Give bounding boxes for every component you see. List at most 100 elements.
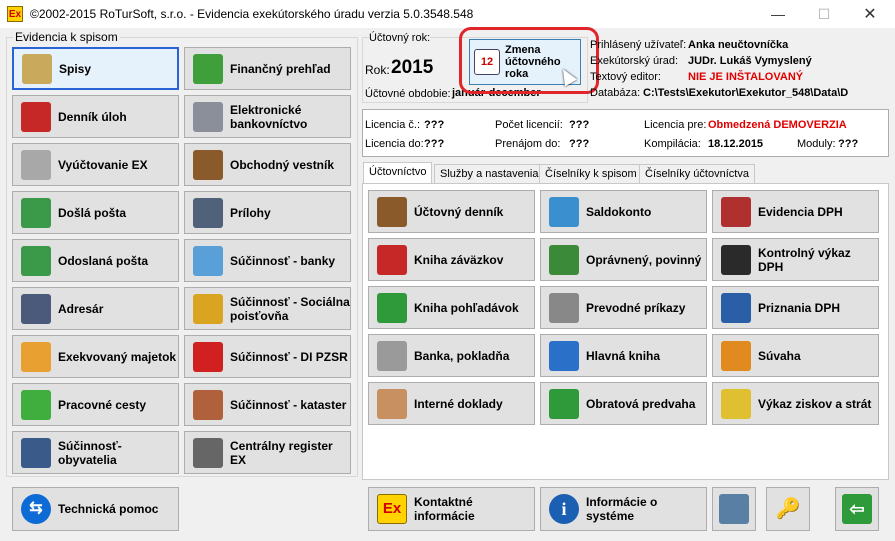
case-button-2[interactable]: Denník úloh — [12, 95, 179, 138]
contact-info-button[interactable]: Ex Kontaktné informácie — [368, 487, 535, 531]
accounting-button-8[interactable]: Priznania DPH — [712, 286, 879, 329]
info-icon: i — [549, 494, 579, 524]
case-button-9[interactable]: Súčinnosť - banky — [184, 239, 351, 282]
case-button-10[interactable]: Adresár — [12, 287, 179, 330]
accounting-label-14: Výkaz ziskov a strát — [758, 396, 872, 411]
case-button-7[interactable]: Prílohy — [184, 191, 351, 234]
accounting-button-2[interactable]: Evidencia DPH — [712, 190, 879, 233]
license-for-label: Licencia pre: — [644, 119, 707, 131]
money-stack-icon — [377, 340, 407, 371]
case-button-11[interactable]: Súčinnosť - Sociálna poisťovňa — [184, 287, 351, 330]
envelope-in-icon — [21, 197, 51, 228]
case-button-5[interactable]: Obchodný vestník — [184, 143, 351, 186]
tab-accounting[interactable]: Účtovníctvo — [363, 162, 433, 184]
tab-accounting-codebooks[interactable]: Číselníky účtovníctva — [639, 164, 755, 183]
spider-web-icon — [193, 437, 223, 468]
case-records-group-label: Evidencia k spisom — [13, 30, 120, 44]
license-panel: Licencia č.: ??? Počet licencií: ??? Lic… — [362, 109, 889, 157]
address-book-icon — [21, 293, 51, 324]
accounting-button-14[interactable]: Výkaz ziskov a strát — [712, 382, 879, 425]
chart-window-icon — [549, 196, 579, 227]
case-button-15[interactable]: Súčinnosť - kataster — [184, 383, 351, 426]
case-label-9: Súčinnosť - banky — [230, 253, 336, 268]
accounting-button-7[interactable]: Prevodné príkazy — [540, 286, 707, 329]
accounting-button-6[interactable]: Kniha pohľadávok — [368, 286, 535, 329]
accounting-period-label: Účtovné obdobie: — [365, 88, 451, 100]
tab-case-codebooks[interactable]: Číselníky k spisom — [539, 164, 643, 183]
network-settings-button[interactable] — [712, 487, 756, 531]
accounting-button-13[interactable]: Obratová predvaha — [540, 382, 707, 425]
accounting-year-label: Účtovný rok: — [369, 32, 431, 44]
rental-until-label: Prenájom do: — [495, 138, 561, 150]
accounting-button-11[interactable]: Súvaha — [712, 334, 879, 377]
case-button-17[interactable]: Centrálny register EX — [184, 431, 351, 474]
accounting-label-0: Účtovný denník — [414, 204, 504, 219]
case-button-13[interactable]: Súčinnosť - DI PZSR — [184, 335, 351, 378]
teamviewer-icon: ⇆ — [21, 494, 51, 524]
contact-info-label: Kontaktné informácie — [414, 495, 475, 523]
accounting-button-4[interactable]: Oprávnený, povinný — [540, 238, 707, 281]
accounting-label-12: Interné doklady — [414, 396, 503, 411]
highlight-annotation — [459, 27, 599, 94]
exit-button[interactable]: ⇦ — [835, 487, 879, 531]
case-button-1[interactable]: Finančný prehľad — [184, 47, 351, 90]
license-number-value: ??? — [424, 119, 445, 131]
case-button-3[interactable]: Elektronické bankovníctvo — [184, 95, 351, 138]
accounting-button-3[interactable]: Kniha záväzkov — [368, 238, 535, 281]
case-label-11: Súčinnosť - Sociálna poisťovňa — [230, 294, 350, 323]
case-button-6[interactable]: Došlá pošta — [12, 191, 179, 234]
folder-stack-icon — [22, 53, 52, 84]
keys-button[interactable]: 🔑 — [766, 487, 810, 531]
system-info-button[interactable]: i Informácie o systéme — [540, 487, 707, 531]
case-button-8[interactable]: Odoslaná pošta — [12, 239, 179, 282]
technical-support-button[interactable]: ⇆ Technická pomoc — [12, 487, 179, 531]
accounting-button-0[interactable]: Účtovný denník — [368, 190, 535, 233]
year-label: Rok: — [365, 63, 390, 77]
keys-icon: 🔑 — [775, 498, 801, 520]
scanner-icon — [193, 197, 223, 228]
accounting-label-4: Oprávnený, povinný — [586, 252, 702, 267]
exit-door-icon: ⇦ — [842, 494, 872, 524]
accounting-button-10[interactable]: Hlavná kniha — [540, 334, 707, 377]
maximize-button[interactable]: ☐ — [801, 0, 847, 28]
minimize-button[interactable]: — — [755, 0, 801, 28]
case-button-12[interactable]: Exekvovaný majetok — [12, 335, 179, 378]
ex-logo-icon: Ex — [377, 494, 407, 524]
gavel-icon — [193, 149, 223, 180]
accounting-label-9: Banka, pokladňa — [414, 348, 510, 363]
case-label-8: Odoslaná pošta — [58, 253, 149, 268]
pie-chart-icon — [193, 53, 223, 84]
coins-icon — [21, 149, 51, 180]
tab-services-settings[interactable]: Služby a nastavenia — [434, 164, 545, 183]
case-button-0[interactable]: Spisy — [12, 47, 179, 90]
user-info-label-1: Exekútorský úrad: — [590, 55, 679, 67]
network-icon — [719, 494, 749, 524]
accounting-button-9[interactable]: Banka, pokladňa — [368, 334, 535, 377]
case-button-14[interactable]: Pracovné cesty — [12, 383, 179, 426]
license-until-label: Licencia do: — [365, 138, 424, 150]
green-book-icon — [549, 388, 579, 419]
rental-until-value: ??? — [569, 138, 590, 150]
accounting-label-3: Kniha záväzkov — [414, 252, 504, 267]
black-binder-icon — [721, 244, 751, 275]
case-button-16[interactable]: Súčinnosť- obyvatelia — [12, 431, 179, 474]
case-label-1: Finančný prehľad — [230, 61, 331, 76]
blue-book-icon — [549, 340, 579, 371]
close-button[interactable]: ✕ — [847, 0, 893, 28]
accounting-button-1[interactable]: Saldokonto — [540, 190, 707, 233]
license-for-value: Obmedzená DEMOVERZIA — [708, 119, 847, 131]
store-icon — [721, 196, 751, 227]
case-label-6: Došlá pošta — [58, 205, 127, 220]
accounting-button-12[interactable]: Interné doklady — [368, 382, 535, 425]
accounting-label-8: Priznania DPH — [758, 300, 841, 315]
red-car-icon — [193, 341, 223, 372]
technical-support-label: Technická pomoc — [58, 502, 159, 516]
case-label-10: Adresár — [58, 301, 104, 316]
modules-value: ??? — [838, 138, 859, 150]
accounting-button-5[interactable]: Kontrolný výkaz DPH — [712, 238, 879, 281]
accounting-label-7: Prevodné príkazy — [586, 300, 686, 315]
accounting-label-2: Evidencia DPH — [758, 204, 843, 219]
person-binoculars-icon — [21, 437, 51, 468]
case-button-4[interactable]: Vyúčtovanie EX — [12, 143, 179, 186]
picture-icon — [21, 341, 51, 372]
